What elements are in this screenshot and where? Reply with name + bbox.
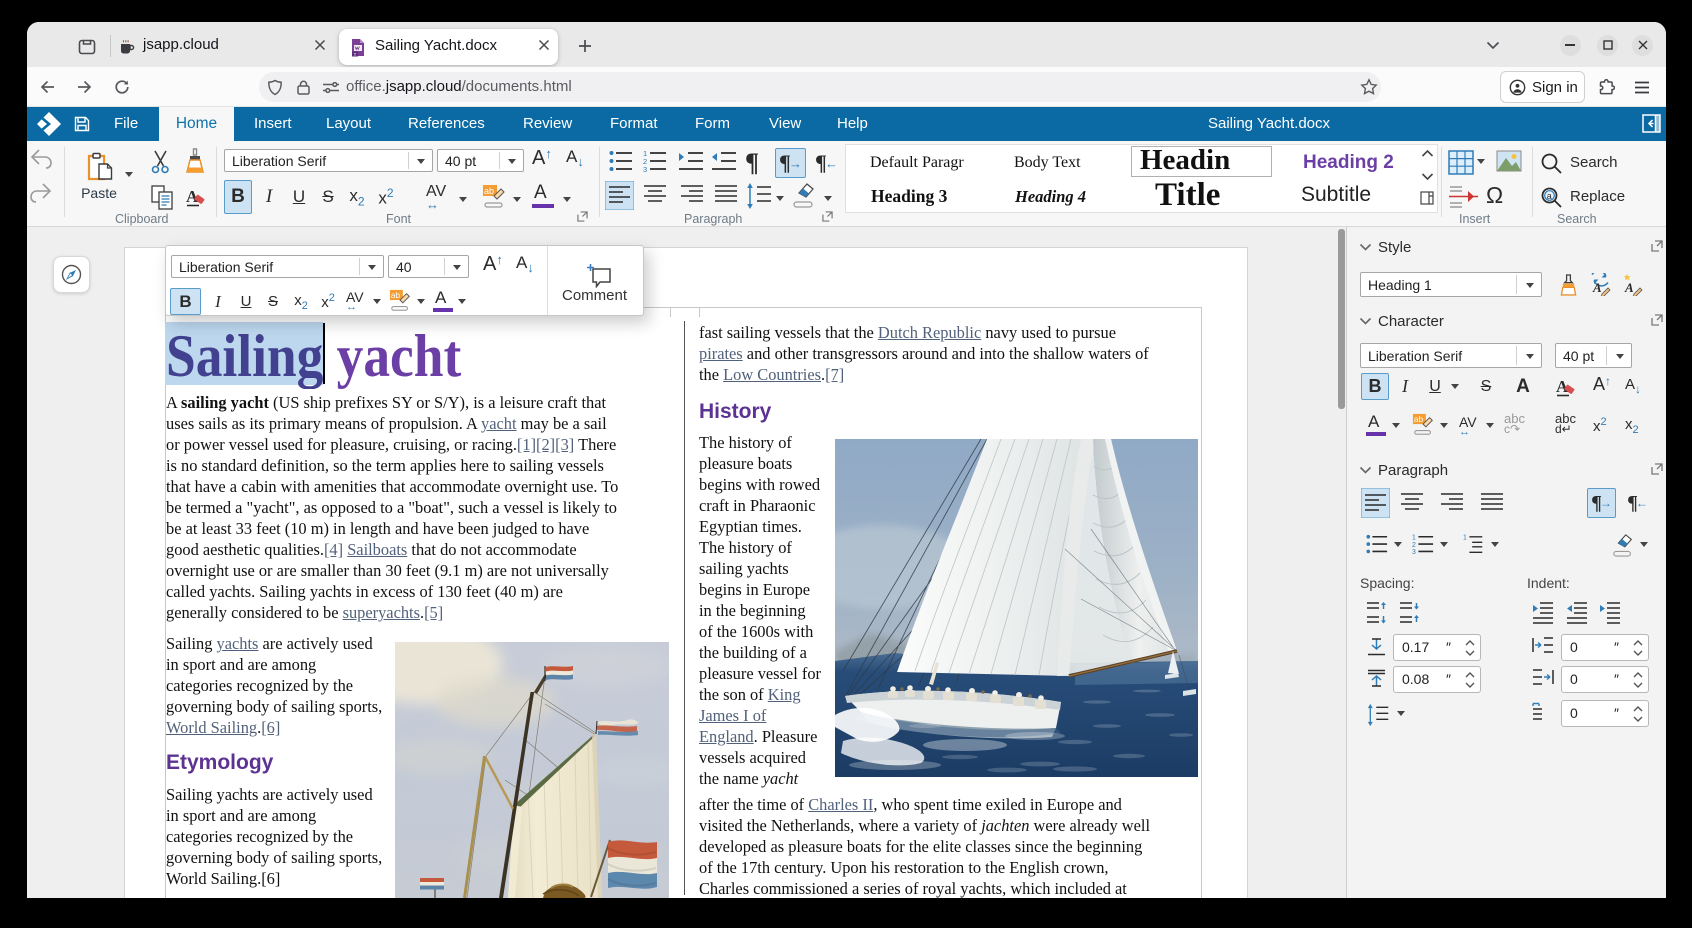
svg-text:3: 3	[643, 165, 647, 174]
svg-text:T: T	[354, 52, 357, 57]
svg-text:2: 2	[1412, 542, 1416, 549]
svg-text:ab: ab	[484, 186, 494, 196]
svg-text:A: A	[1592, 280, 1602, 295]
svg-text:3: 3	[1412, 549, 1416, 556]
svg-text:ab: ab	[1414, 414, 1424, 424]
svg-text:1: 1	[1463, 535, 1467, 542]
svg-text:1: 1	[1412, 535, 1416, 542]
svg-text:A: A	[1624, 280, 1634, 295]
svg-text:ab: ab	[391, 290, 401, 300]
svg-text:a: a	[1547, 191, 1552, 201]
